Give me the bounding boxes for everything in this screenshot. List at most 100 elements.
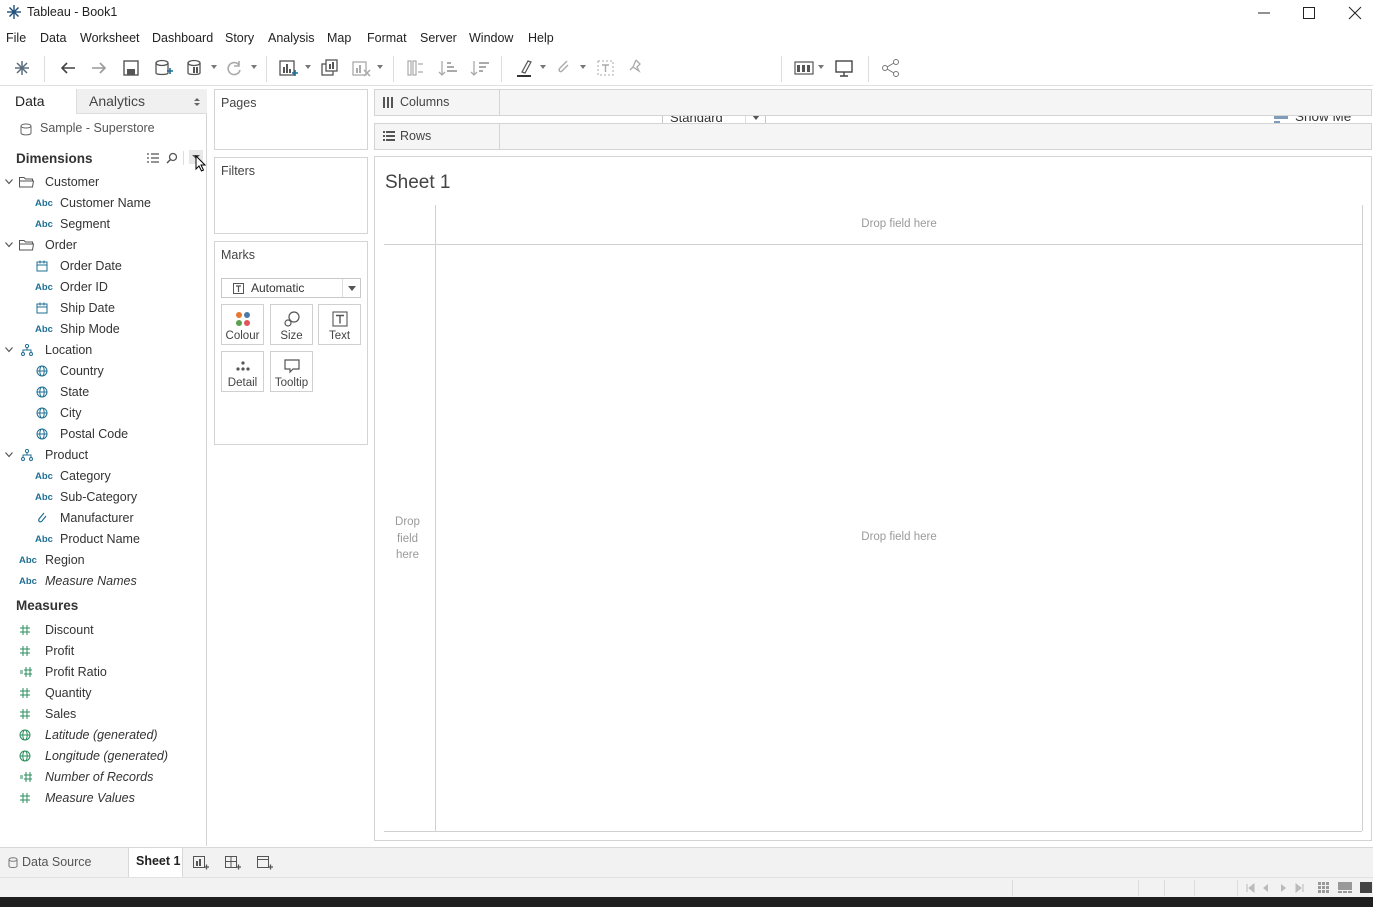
dimension-item[interactable]: Abc Order ID [0,277,207,298]
menu-server[interactable]: Server [420,31,457,45]
menu-dashboard[interactable]: Dashboard [152,31,213,45]
presentation-mode-icon[interactable] [833,58,855,78]
dimension-item[interactable]: Abc Product Name [0,529,207,550]
show-cards-icon[interactable] [793,58,815,78]
measure-item[interactable]: Quantity [0,683,207,704]
dimension-item[interactable]: Manufacturer [0,508,207,529]
sheet-title[interactable]: Sheet 1 [385,172,451,194]
clear-sheet-icon[interactable] [350,58,372,78]
text-button[interactable]: Text [318,304,361,345]
pages-card[interactable]: Pages [214,89,368,150]
menu-window[interactable]: Window [469,31,513,45]
chevron-down-icon[interactable] [5,242,13,248]
drop-zone-columns[interactable]: Drop field here [436,218,1362,230]
new-story-icon[interactable] [256,854,274,871]
chevron-down-icon[interactable] [5,452,13,458]
drop-zone-rows[interactable]: Drop field here [385,514,430,564]
dimension-item[interactable]: Abc Sub-Category [0,487,207,508]
group-members-icon[interactable] [553,58,575,78]
sheet-sorter-icon[interactable] [1338,882,1352,893]
measure-item[interactable]: Sales [0,704,207,725]
undo-icon[interactable] [57,58,79,78]
menu-map[interactable]: Map [327,31,351,45]
new-data-source-icon[interactable] [152,58,174,78]
dimension-item[interactable]: State [0,382,207,403]
size-button[interactable]: Size [270,304,313,345]
caret-down-icon[interactable] [251,65,257,69]
dimension-item[interactable]: Postal Code [0,424,207,445]
datasource-item[interactable]: Sample - Superstore [0,117,207,141]
caret-down-icon[interactable] [818,65,824,69]
dimension-item[interactable]: Abc Ship Mode [0,319,207,340]
dimension-item[interactable]: Customer [0,172,207,193]
caret-down-icon[interactable] [305,65,311,69]
dimension-item[interactable]: Ship Date [0,298,207,319]
detail-button[interactable]: Detail [221,351,264,392]
rows-shelf[interactable]: Rows [374,123,1372,150]
dimension-item[interactable]: Location [0,340,207,361]
sheet-navigation-icon[interactable] [1246,883,1304,893]
tab-sheet1[interactable]: Sheet 1 [128,848,183,877]
new-worksheet-icon[interactable] [277,58,299,78]
tooltip-button[interactable]: Tooltip [270,351,313,392]
new-dashboard-icon[interactable] [224,854,242,871]
highlight-icon[interactable] [514,58,536,78]
dimension-item[interactable]: Country [0,361,207,382]
caret-down-icon[interactable] [377,65,383,69]
drop-zone-center[interactable]: Drop field here [436,531,1362,543]
dimension-item[interactable]: Product [0,445,207,466]
dimension-item[interactable]: Abc Measure Names [0,571,207,592]
refresh-icon[interactable] [223,58,245,78]
share-icon[interactable] [880,58,902,78]
dimension-item[interactable]: Order [0,235,207,256]
pause-updates-icon[interactable] [184,58,206,78]
sort-descending-icon[interactable] [469,58,491,78]
columns-shelf[interactable]: Columns [374,89,1372,116]
measure-item[interactable]: Profit [0,641,207,662]
dimension-item[interactable]: Abc Segment [0,214,207,235]
dimension-item[interactable]: City [0,403,207,424]
measure-item[interactable]: Discount [0,620,207,641]
menu-data[interactable]: Data [40,31,66,45]
show-labels-icon[interactable] [595,58,617,78]
mark-type-select[interactable]: Automatic [221,278,361,298]
measure-item[interactable]: Profit Ratio [0,662,207,683]
caret-down-icon[interactable] [580,65,586,69]
sort-ascending-icon[interactable] [437,58,459,78]
tab-data[interactable]: Data [0,89,76,114]
duplicate-sheet-icon[interactable] [319,58,341,78]
menu-file[interactable]: File [6,31,26,45]
chevron-down-icon[interactable] [5,179,13,185]
menu-story[interactable]: Story [225,31,254,45]
tab-data-source[interactable]: Data Source [0,848,126,877]
measure-item[interactable]: Measure Values [0,788,207,809]
measure-item[interactable]: Number of Records [0,767,207,788]
menu-help[interactable]: Help [528,31,554,45]
search-icon[interactable] [166,152,178,164]
redo-icon[interactable] [88,58,110,78]
maximize-button[interactable] [1286,0,1332,26]
view-as-list-icon[interactable] [147,153,159,163]
caret-down-icon[interactable] [540,65,546,69]
filters-card[interactable]: Filters [214,157,368,234]
colour-button[interactable]: Colour [221,304,264,345]
fix-axes-icon[interactable] [625,58,647,78]
menu-worksheet[interactable]: Worksheet [80,31,140,45]
tableau-home-icon[interactable] [11,58,33,78]
new-worksheet-icon[interactable] [192,854,210,871]
measure-item[interactable]: Latitude (generated) [0,725,207,746]
chevron-down-icon[interactable] [5,347,13,353]
dimension-item[interactable]: Abc Customer Name [0,193,207,214]
menu-analysis[interactable]: Analysis [268,31,315,45]
menu-format[interactable]: Format [367,31,407,45]
dimension-item[interactable]: Abc Region [0,550,207,571]
tabs-view-icon[interactable] [1360,882,1372,893]
close-button[interactable] [1332,0,1373,26]
measure-item[interactable]: Longitude (generated) [0,746,207,767]
dropdown-arrow-icon[interactable] [342,279,360,297]
tab-analytics[interactable]: Analytics [76,89,207,114]
save-icon[interactable] [120,58,142,78]
swap-rows-columns-icon[interactable] [404,58,426,78]
dimension-item[interactable]: Abc Category [0,466,207,487]
dimension-item[interactable]: Order Date [0,256,207,277]
